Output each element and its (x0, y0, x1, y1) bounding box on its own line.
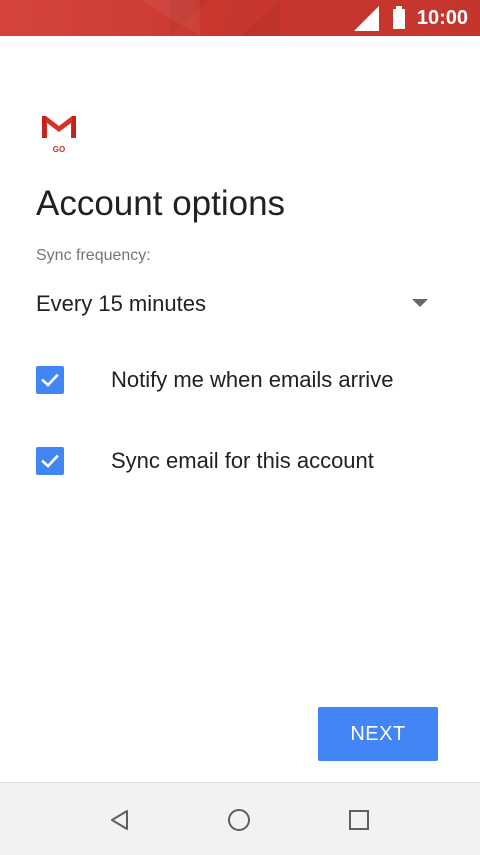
check-icon (41, 373, 59, 387)
status-bar-decoration (240, 0, 280, 36)
sync-frequency-value: Every 15 minutes (36, 291, 206, 316)
check-icon (41, 454, 59, 468)
sync-frequency-dropdown[interactable]: Every 15 minutes (36, 286, 436, 322)
notify-option-label: Notify me when emails arrive (111, 367, 394, 392)
recents-button[interactable] (344, 805, 374, 835)
gmail-m-icon (42, 116, 76, 138)
home-button[interactable] (224, 805, 254, 835)
arrow-drop-down-icon (412, 299, 428, 307)
logo-go-text: GO (52, 145, 66, 154)
status-bar: 10:00 (0, 0, 480, 36)
next-button[interactable]: NEXT (318, 707, 438, 761)
home-icon (228, 809, 250, 831)
sync-option-label: Sync email for this account (111, 448, 374, 473)
sync-frequency-label: Sync frequency: (36, 247, 151, 264)
back-button[interactable] (105, 805, 135, 835)
recents-icon (349, 810, 369, 830)
status-icons: 10:00 (353, 0, 468, 36)
gmail-go-logo: GO (38, 112, 80, 158)
battery-icon (392, 6, 405, 29)
status-time: 10:00 (416, 6, 468, 29)
sync-checkbox[interactable] (36, 447, 64, 475)
status-bar-decoration (170, 0, 210, 36)
back-icon (111, 810, 128, 830)
notify-option-row[interactable]: Notify me when emails arrive (36, 356, 456, 404)
sync-option-row[interactable]: Sync email for this account (36, 437, 456, 485)
notify-checkbox[interactable] (36, 366, 64, 394)
page-title: Account options (36, 184, 286, 223)
signal-icon (353, 5, 379, 31)
navigation-bar (0, 782, 480, 855)
